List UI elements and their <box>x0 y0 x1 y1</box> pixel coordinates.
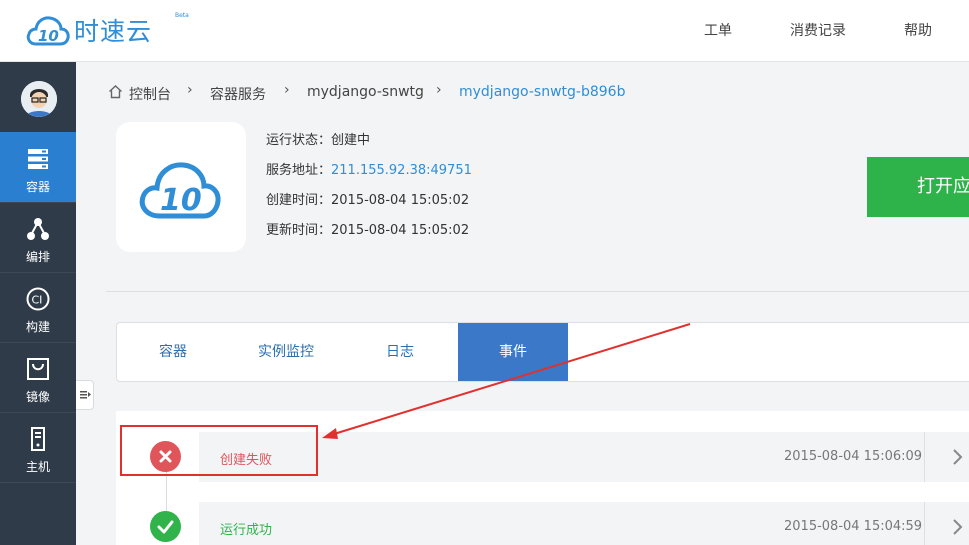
tab-events[interactable]: 事件 <box>458 323 568 381</box>
event-time: 2015-08-04 15:04:59 <box>784 519 923 534</box>
divider <box>924 502 925 545</box>
divider <box>106 291 969 292</box>
bag-icon <box>27 358 49 380</box>
logo[interactable]: 10 时速云 Beta <box>26 10 189 50</box>
svg-text:10: 10 <box>160 183 202 218</box>
sidebar-item-label: 编排 <box>25 250 50 264</box>
breadcrumb-container-service[interactable]: 容器服务 <box>210 84 266 104</box>
check-icon <box>157 520 174 534</box>
sidebar-item-images[interactable]: 镜像 <box>0 342 76 412</box>
app-icon: 10 <box>116 122 246 252</box>
sidebar-collapse-toggle[interactable] <box>76 380 94 410</box>
sidebar-item-label: 主机 <box>25 460 50 474</box>
status-value: 创建中 <box>331 133 371 148</box>
divider <box>0 482 76 483</box>
tab-logs[interactable]: 日志 <box>343 323 457 381</box>
created-label: 创建时间： <box>266 193 332 208</box>
updated-label: 更新时间： <box>266 223 332 238</box>
annotation-highlight-box <box>120 425 318 476</box>
chevron-right-icon[interactable] <box>949 447 965 467</box>
event-time: 2015-08-04 15:06:09 <box>784 449 923 464</box>
host-icon <box>31 427 45 451</box>
sidebar-item-hosts[interactable]: 主机 <box>0 412 76 482</box>
address-label: 服务地址： <box>266 163 332 178</box>
topology-icon <box>27 218 49 240</box>
success-status-icon <box>150 511 181 542</box>
svg-text:10: 10 <box>38 27 59 45</box>
status-row: 运行状态：创建中 <box>266 129 370 148</box>
avatar[interactable] <box>21 81 57 117</box>
sidebar-item-containers[interactable]: 容器 <box>0 132 76 202</box>
breadcrumb-console[interactable]: 控制台 <box>129 84 171 104</box>
address-link[interactable]: 211.155.92.38:49751 <box>331 163 472 178</box>
breadcrumb-separator: › <box>284 82 290 98</box>
user-avatar-icon <box>21 81 57 117</box>
sidebar-item-orchestration[interactable]: 编排 <box>0 202 76 272</box>
created-row: 创建时间：2015-08-04 15:05:02 <box>266 189 469 208</box>
sidebar: 容器 编排 CI 构建 镜像 主机 <box>0 62 76 545</box>
cloud-logo-icon: 10 <box>26 16 70 46</box>
tab-bar: 容器 实例监控 日志 事件 <box>116 322 969 382</box>
nav-billing[interactable]: 消费记录 <box>790 20 846 40</box>
tab-containers[interactable]: 容器 <box>117 323 229 381</box>
created-value: 2015-08-04 15:05:02 <box>331 193 470 208</box>
breadcrumb-service[interactable]: mydjango-snwtg <box>307 84 424 100</box>
server-icon <box>28 149 48 169</box>
chevron-right-icon[interactable] <box>949 517 965 537</box>
sidebar-item-label: 容器 <box>25 180 50 194</box>
open-app-button[interactable]: 打开应用 <box>867 157 969 217</box>
nav-help[interactable]: 帮助 <box>904 20 932 40</box>
breadcrumb-separator: › <box>436 82 442 98</box>
divider <box>924 432 925 482</box>
home-icon[interactable] <box>108 84 123 99</box>
updated-value: 2015-08-04 15:05:02 <box>331 223 470 238</box>
sidebar-item-label: 构建 <box>25 320 50 334</box>
address-row: 服务地址：211.155.92.38:49751 <box>266 159 472 178</box>
beta-badge: Beta <box>175 12 189 19</box>
sidebar-item-build[interactable]: CI 构建 <box>0 272 76 342</box>
logo-text: 时速云 <box>74 17 153 46</box>
event-title: 运行成功 <box>220 523 273 538</box>
breadcrumb-separator: › <box>187 82 193 98</box>
cloud-logo-icon: 10 <box>139 162 221 219</box>
nav-tickets[interactable]: 工单 <box>704 20 732 40</box>
tab-monitoring[interactable]: 实例监控 <box>229 323 343 381</box>
collapse-icon <box>80 391 91 399</box>
breadcrumb-current: mydjango-snwtg-b896b <box>459 84 626 100</box>
top-header: 10 时速云 Beta 工单 消费记录 帮助 <box>0 0 969 62</box>
ci-icon: CI <box>26 287 50 311</box>
sidebar-item-label: 镜像 <box>25 390 50 404</box>
updated-row: 更新时间：2015-08-04 15:05:02 <box>266 219 469 238</box>
svg-text:CI: CI <box>32 294 43 307</box>
status-label: 运行状态： <box>266 133 332 148</box>
